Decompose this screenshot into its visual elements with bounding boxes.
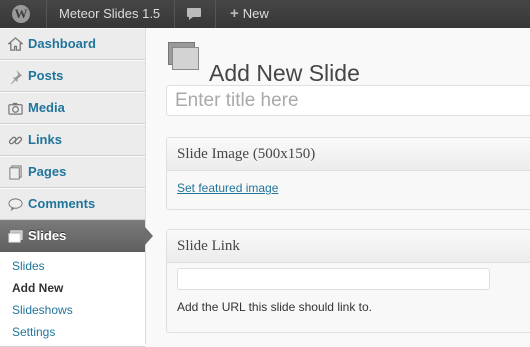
- wordpress-logo-button[interactable]: W: [0, 0, 46, 28]
- menu-item-dashboard[interactable]: Dashboard: [0, 28, 145, 60]
- menu-item-comments[interactable]: Comments: [0, 188, 145, 220]
- submenu-item-settings[interactable]: Settings: [0, 321, 145, 343]
- submenu-item-add-new[interactable]: Add New: [0, 277, 145, 299]
- admin-sidebar: Dashboard Posts Media Links Pages Commen…: [0, 28, 153, 347]
- slides-submenu: Slides Add New Slideshows Settings: [0, 252, 145, 347]
- menu-item-label: Slides: [28, 228, 67, 243]
- slides-page-icon: [168, 42, 199, 70]
- page-title: Add New Slide: [209, 60, 360, 87]
- media-camera-icon: [7, 100, 23, 116]
- speech-bubble-icon: [187, 8, 201, 20]
- slide-link-box: Slide Link Add the URL this slide should…: [166, 229, 530, 333]
- menu-item-label: Media: [28, 100, 65, 115]
- admin-bar-divider: [215, 0, 216, 28]
- menu-item-label: Pages: [28, 164, 67, 179]
- plus-icon: +: [230, 5, 239, 22]
- menu-item-label: Posts: [28, 68, 64, 83]
- menu-item-label: Comments: [28, 196, 96, 211]
- slide-image-box: Slide Image (500x150) Set featured image: [166, 137, 530, 210]
- pushpin-icon: [7, 68, 23, 84]
- main-content: Add New Slide Slide Image (500x150) Set …: [146, 28, 530, 344]
- new-content-button[interactable]: + New: [230, 0, 269, 28]
- menu-item-label: Dashboard: [28, 36, 96, 51]
- wordpress-logo-icon: W: [12, 5, 30, 23]
- set-featured-image-link[interactable]: Set featured image: [177, 181, 278, 195]
- pages-icon: [7, 164, 23, 180]
- dashboard-house-icon: [7, 36, 23, 52]
- menu-item-media[interactable]: Media: [0, 92, 145, 124]
- slide-image-heading: Slide Image (500x150): [167, 138, 530, 171]
- new-label: New: [242, 6, 269, 21]
- admin-bar: W Meteor Slides 1.5 + New: [0, 0, 530, 28]
- slide-link-help-text: Add the URL this slide should link to.: [177, 300, 372, 314]
- comments-button[interactable]: [186, 0, 204, 28]
- submenu-item-slides[interactable]: Slides: [0, 255, 145, 277]
- menu-item-slides[interactable]: Slides: [0, 220, 153, 252]
- slides-icon: [7, 228, 23, 244]
- admin-bar-divider: [46, 0, 47, 28]
- admin-bar-divider: [174, 0, 175, 28]
- menu-item-links[interactable]: Links: [0, 124, 145, 156]
- slide-link-heading: Slide Link: [167, 230, 530, 263]
- submenu-item-slideshows[interactable]: Slideshows: [0, 299, 145, 321]
- menu-item-label: Links: [28, 132, 62, 147]
- menu-item-posts[interactable]: Posts: [0, 60, 145, 92]
- slide-title-input[interactable]: [166, 85, 530, 116]
- comment-bubble-icon: [7, 196, 23, 212]
- slide-url-input[interactable]: [177, 268, 490, 290]
- site-name-link[interactable]: Meteor Slides 1.5: [59, 0, 160, 28]
- menu-item-pages[interactable]: Pages: [0, 156, 145, 188]
- chain-link-icon: [7, 132, 23, 148]
